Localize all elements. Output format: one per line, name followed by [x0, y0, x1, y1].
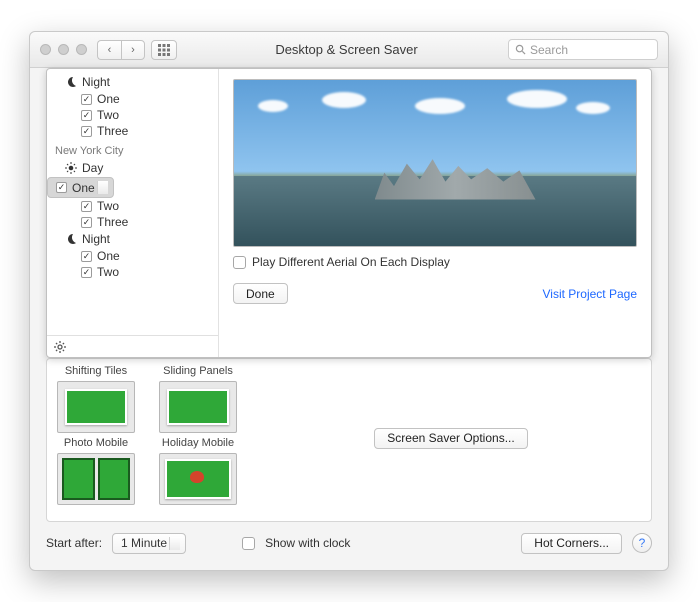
tree-group-nyc: New York City	[47, 139, 218, 159]
bottom-controls: Start after: 1 Minute ▴▾ Show with clock…	[46, 528, 652, 558]
saver-thumb-gallery[interactable]	[57, 453, 135, 505]
help-button[interactable]: ?	[632, 533, 652, 553]
checkbox-icon[interactable]	[81, 267, 92, 278]
grid-icon	[158, 44, 170, 56]
show-all-button[interactable]	[151, 40, 177, 60]
show-clock-label: Show with clock	[265, 536, 350, 550]
start-after-label: Start after:	[46, 536, 102, 550]
checkbox-icon[interactable]	[56, 182, 67, 193]
back-button[interactable]: ‹	[97, 40, 121, 60]
search-icon	[515, 44, 526, 55]
checkbox-icon[interactable]	[81, 201, 92, 212]
close-light[interactable]	[40, 44, 51, 55]
tree-item-two[interactable]: Two	[47, 198, 218, 214]
tree-item-one-selected[interactable]: One	[47, 177, 114, 198]
screen-saver-options-button[interactable]: Screen Saver Options...	[374, 428, 527, 449]
options-column: Screen Saver Options...	[261, 365, 641, 511]
start-after-select[interactable]: 1 Minute ▴▾	[112, 533, 186, 554]
checkbox-icon[interactable]	[81, 126, 92, 137]
saver-thumb-photo-mobile[interactable]	[57, 381, 135, 433]
tree-item-two[interactable]: Two	[47, 264, 218, 280]
tree-subhead-day[interactable]: Day	[47, 159, 218, 177]
visit-project-link[interactable]: Visit Project Page	[543, 287, 638, 301]
play-different-row: Play Different Aerial On Each Display	[233, 255, 637, 269]
tree-item-three[interactable]: Three	[47, 123, 218, 139]
checkbox-icon[interactable]	[81, 110, 92, 121]
checkbox-icon[interactable]	[81, 94, 92, 105]
tree-item-one[interactable]: One	[47, 248, 218, 264]
saver-label: Holiday Mobile	[159, 437, 237, 449]
saver-label: Shifting Tiles	[57, 365, 135, 377]
tree-item-two[interactable]: Two	[47, 107, 218, 123]
play-different-label: Play Different Aerial On Each Display	[252, 255, 450, 269]
play-different-checkbox[interactable]	[233, 256, 246, 269]
preferences-window: ‹ › Desktop & Screen Saver Search Night …	[29, 31, 669, 571]
stepper-icon: ▴▾	[175, 536, 179, 550]
tree-item-three[interactable]: Three	[47, 214, 218, 230]
sun-icon	[65, 162, 77, 174]
saver-thumb-ladybug[interactable]	[159, 453, 237, 505]
search-input[interactable]: Search	[508, 39, 658, 60]
saver-column-2: Sliding Panels Holiday Mobile	[159, 365, 237, 511]
titlebar: ‹ › Desktop & Screen Saver Search	[30, 32, 668, 68]
window-title: Desktop & Screen Saver	[185, 42, 508, 57]
forward-button[interactable]: ›	[121, 40, 145, 60]
zoom-light[interactable]	[76, 44, 87, 55]
tree-label: Day	[82, 161, 103, 175]
saver-thumb-holiday-mobile[interactable]	[159, 381, 237, 433]
tree-label: Night	[82, 75, 110, 89]
tree-label: Night	[82, 232, 110, 246]
search-placeholder: Search	[530, 43, 568, 57]
preview-column: Play Different Aerial On Each Display Do…	[219, 69, 651, 357]
moon-icon	[65, 233, 77, 245]
tree-actions-bar	[47, 335, 218, 357]
show-clock-checkbox[interactable]	[242, 537, 255, 550]
tree-item-one[interactable]: One	[47, 91, 218, 107]
moon-icon	[65, 76, 77, 88]
done-button[interactable]: Done	[233, 283, 288, 304]
aerial-settings-popover: Night One Two Three New York City Day On…	[46, 68, 652, 358]
screensaver-grid: Shifting Tiles Photo Mobile Sliding Pane…	[46, 358, 652, 522]
nav-buttons: ‹ ›	[97, 40, 145, 60]
gear-icon[interactable]	[53, 340, 67, 354]
minimize-light[interactable]	[58, 44, 69, 55]
hot-corners-button[interactable]: Hot Corners...	[521, 533, 622, 554]
saver-column-1: Shifting Tiles Photo Mobile	[57, 365, 135, 511]
aerial-preview	[233, 79, 637, 247]
tree-subhead-night[interactable]: Night	[47, 73, 218, 91]
checkbox-icon[interactable]	[81, 217, 92, 228]
traffic-lights	[40, 44, 87, 55]
saver-label: Photo Mobile	[57, 437, 135, 449]
location-tree: Night One Two Three New York City Day On…	[47, 69, 219, 357]
saver-label: Sliding Panels	[159, 365, 237, 377]
tree-subhead-night-nyc[interactable]: Night	[47, 230, 218, 248]
checkbox-icon[interactable]	[81, 251, 92, 262]
